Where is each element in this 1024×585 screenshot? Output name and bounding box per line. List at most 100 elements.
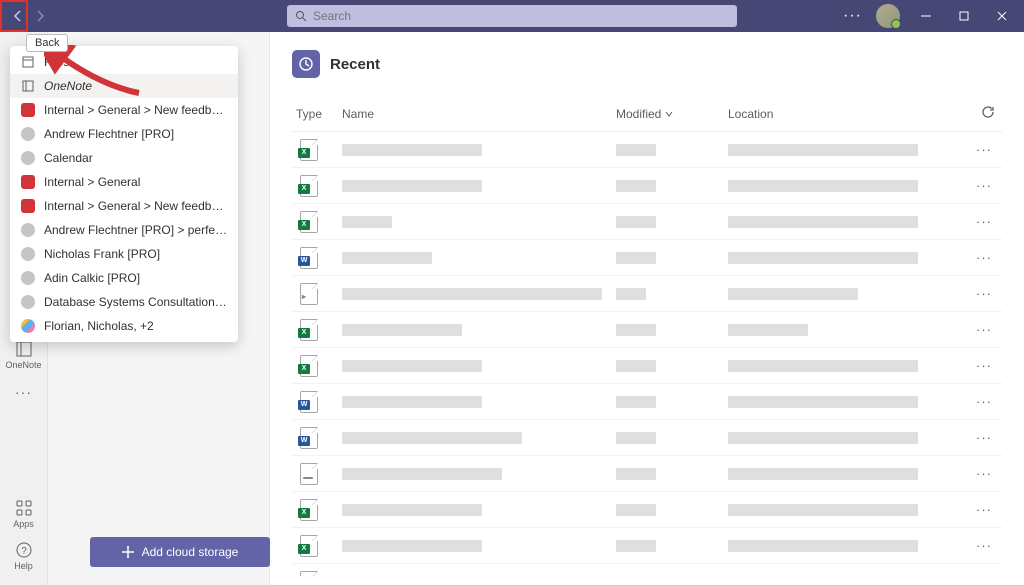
col-location[interactable]: Location xyxy=(728,107,1002,121)
row-more-button[interactable]: ··· xyxy=(966,214,1002,229)
file-modified-placeholder xyxy=(616,180,656,192)
file-location-placeholder xyxy=(728,360,918,372)
file-location-placeholder xyxy=(728,216,918,228)
file-location-placeholder xyxy=(728,504,918,516)
sort-desc-icon xyxy=(665,110,673,118)
table-row[interactable]: ··· xyxy=(292,456,1002,492)
refresh-button[interactable] xyxy=(980,104,996,123)
file-name-placeholder xyxy=(342,468,502,480)
window-close[interactable] xyxy=(990,4,1014,28)
file-name-placeholder xyxy=(342,576,482,577)
plus-icon xyxy=(122,546,134,558)
table-row[interactable]: ··· xyxy=(292,168,1002,204)
history-item-label: Internal > General xyxy=(44,175,140,189)
history-item[interactable]: Andrew Flechtner [PRO] xyxy=(10,122,238,146)
rail-apps[interactable]: Apps xyxy=(0,493,48,535)
row-more-button[interactable]: ··· xyxy=(966,286,1002,301)
row-more-button[interactable]: ··· xyxy=(966,538,1002,553)
rail-onenote-label: OneNote xyxy=(5,360,41,370)
file-modified-placeholder xyxy=(616,396,656,408)
table-row[interactable]: ··· xyxy=(292,492,1002,528)
page-title: Recent xyxy=(330,56,380,73)
table-row[interactable]: ··· xyxy=(292,276,1002,312)
rail-apps-label: Apps xyxy=(13,519,34,529)
row-more-button[interactable]: ··· xyxy=(966,250,1002,265)
file-type-icon xyxy=(300,247,318,269)
window-minimize[interactable] xyxy=(914,4,938,28)
file-location-placeholder xyxy=(728,396,918,408)
file-modified-placeholder xyxy=(616,432,656,444)
col-name[interactable]: Name xyxy=(342,107,616,121)
row-more-button[interactable]: ··· xyxy=(966,466,1002,481)
table-row[interactable]: ··· xyxy=(292,204,1002,240)
file-modified-placeholder xyxy=(616,504,656,516)
table-header: Type Name Modified Location xyxy=(292,96,1002,132)
row-more-button[interactable]: ··· xyxy=(966,574,1002,576)
history-item-icon xyxy=(20,78,36,94)
table-row[interactable]: ··· xyxy=(292,132,1002,168)
file-location-placeholder xyxy=(728,576,918,577)
history-item[interactable]: Internal > General > New feedback fr… xyxy=(10,194,238,218)
table-row[interactable]: ··· xyxy=(292,240,1002,276)
history-item[interactable]: Files xyxy=(10,50,238,74)
header-more-button[interactable]: ··· xyxy=(843,7,862,25)
row-more-button[interactable]: ··· xyxy=(966,178,1002,193)
history-item[interactable]: Adin Calkic [PRO] xyxy=(10,266,238,290)
file-type-icon xyxy=(300,283,318,305)
history-item[interactable]: Florian, Nicholas, +2 xyxy=(10,314,238,338)
search-input[interactable] xyxy=(313,9,729,23)
row-more-button[interactable]: ··· xyxy=(966,142,1002,157)
back-button[interactable] xyxy=(8,6,28,26)
refresh-icon xyxy=(980,104,996,120)
file-name-placeholder xyxy=(342,288,602,300)
history-item-icon xyxy=(20,270,36,286)
rail-help[interactable]: ? Help xyxy=(0,535,48,577)
user-avatar[interactable] xyxy=(876,4,900,28)
file-modified-placeholder xyxy=(616,324,656,336)
col-modified[interactable]: Modified xyxy=(616,107,728,121)
history-item-label: Nicholas Frank [PRO] xyxy=(44,247,160,261)
row-more-button[interactable]: ··· xyxy=(966,394,1002,409)
history-item[interactable]: Nicholas Frank [PRO] xyxy=(10,242,238,266)
history-item[interactable]: OneNote xyxy=(10,74,238,98)
history-item-icon xyxy=(20,318,36,334)
history-item-icon xyxy=(20,126,36,142)
history-item[interactable]: Internal > General > New feedback fr… xyxy=(10,98,238,122)
history-item-icon xyxy=(20,246,36,262)
history-item-label: Calendar xyxy=(44,151,93,165)
col-type[interactable]: Type xyxy=(292,107,342,121)
row-more-button[interactable]: ··· xyxy=(966,430,1002,445)
history-item[interactable]: Calendar xyxy=(10,146,238,170)
add-cloud-storage-button[interactable]: Add cloud storage xyxy=(90,537,270,567)
rail-more[interactable]: ··· xyxy=(15,376,32,408)
titlebar: ··· xyxy=(0,0,1024,32)
table-row[interactable]: ··· xyxy=(292,312,1002,348)
history-item-label: OneNote xyxy=(44,79,92,93)
forward-button[interactable] xyxy=(30,6,50,26)
history-item-icon xyxy=(20,150,36,166)
history-item[interactable]: Andrew Flechtner [PRO] > perfect! tha… xyxy=(10,218,238,242)
file-modified-placeholder xyxy=(616,468,656,480)
rail-help-label: Help xyxy=(14,561,33,571)
history-item[interactable]: Database Systems Consultation [PRO] xyxy=(10,290,238,314)
file-location-placeholder xyxy=(728,180,918,192)
table-row[interactable]: ··· xyxy=(292,528,1002,564)
history-item-icon xyxy=(20,174,36,190)
history-item[interactable]: Internal > General xyxy=(10,170,238,194)
file-type-icon xyxy=(300,571,318,577)
file-type-icon xyxy=(300,139,318,161)
table-row[interactable]: ··· xyxy=(292,348,1002,384)
table-row[interactable]: ··· xyxy=(292,384,1002,420)
file-name-placeholder xyxy=(342,180,482,192)
file-type-icon xyxy=(300,211,318,233)
window-maximize[interactable] xyxy=(952,4,976,28)
file-name-placeholder xyxy=(342,252,432,264)
row-more-button[interactable]: ··· xyxy=(966,502,1002,517)
table-row[interactable]: ··· xyxy=(292,420,1002,456)
row-more-button[interactable]: ··· xyxy=(966,358,1002,373)
table-row[interactable]: ··· xyxy=(292,564,1002,576)
search-box[interactable] xyxy=(287,5,737,27)
file-location-placeholder xyxy=(728,324,808,336)
row-more-button[interactable]: ··· xyxy=(966,322,1002,337)
file-type-icon xyxy=(300,499,318,521)
